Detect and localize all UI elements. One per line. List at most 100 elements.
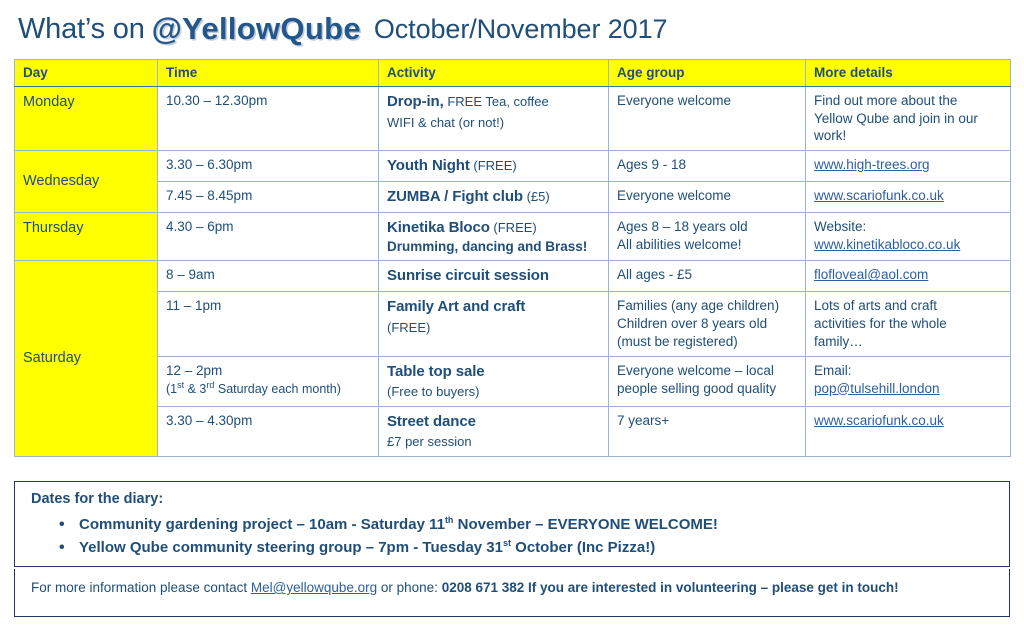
- more-details-cell: Find out more about the Yellow Qube and j…: [805, 85, 1011, 152]
- more-details-label: Website:: [814, 218, 867, 234]
- age-group-line: Children over 8 years old: [617, 316, 768, 332]
- age-group-line: 7 years+: [617, 412, 670, 428]
- ordinal-suffix: th: [444, 515, 454, 525]
- activity-price-note: (FREE): [489, 219, 537, 235]
- footer-mid: or phone:: [377, 580, 442, 595]
- brand-logotype: @YellowQube: [151, 11, 361, 46]
- activity-price-note: (FREE): [469, 158, 517, 174]
- column-header-time: Time: [157, 59, 379, 87]
- more-details-cell: Website: www.kinetikabloco.co.uk: [805, 211, 1011, 262]
- time-cell: 10.30 – 12.30pm: [157, 85, 379, 152]
- dates-for-diary-box: Dates for the diary: Community gardening…: [14, 481, 1010, 567]
- more-details-cell: Lots of arts and craft activities for the…: [805, 291, 1011, 357]
- activity-detail-bold: Drumming, dancing and Brass!: [387, 238, 588, 254]
- column-header-more-details: More details: [805, 59, 1011, 87]
- time-cell: 3.30 – 6.30pm: [157, 150, 379, 183]
- table-row: Saturday 8 – 9am Sunrise circuit session Al…: [14, 260, 1011, 457]
- activity-detail-line: (FREE): [387, 320, 431, 336]
- age-group-line: Families (any age children): [617, 298, 780, 314]
- activity-name: Family Art and craft: [387, 298, 526, 316]
- diary-item: Yellow Qube community steering group – 7…: [59, 536, 995, 561]
- activity-cell: Sunrise circuit session: [378, 260, 609, 293]
- activity-cell: Family Art and craft (FREE): [378, 291, 609, 357]
- more-details-line: activities for the whole: [814, 316, 947, 332]
- time-cell: 8 – 9am: [157, 260, 379, 293]
- page-title: What’s on @YellowQube October/November 2…: [18, 6, 1008, 52]
- age-group-cell: Families (any age children) Children over…: [608, 291, 806, 357]
- table-row: 12 – 2pm (1st & 3rd Saturday each month) T…: [15, 355, 1011, 407]
- table-row: Wednesday 3.30 – 6.30pm Youth Night (FREE)…: [14, 150, 1011, 213]
- activity-detail-line: £7 per session: [387, 434, 472, 450]
- table-row: 3.30 – 4.30pm Street dance £7 per session 7…: [15, 405, 1011, 457]
- age-group-line: All ages - £5: [617, 267, 693, 283]
- contact-email-link[interactable]: Mel@yellowqube.org: [251, 580, 377, 595]
- activity-cell: Kinetika Bloco (FREE) Drumming, dancing a…: [378, 211, 609, 262]
- website-link[interactable]: www.scariofunk.co.uk: [814, 413, 944, 428]
- column-header-day: Day: [14, 59, 158, 87]
- more-details-line: work!: [814, 128, 847, 144]
- more-details-cell: Email: pop@tulsehill.london: [805, 355, 1011, 407]
- more-details-line: Yellow Qube and join in our: [814, 110, 978, 126]
- table-row: Monday 10.30 – 12.30pm Drop-in, FREE Tea, …: [14, 85, 1011, 152]
- schedule-body: Monday 10.30 – 12.30pm Drop-in, FREE Tea, …: [14, 85, 1011, 457]
- title-prefix: What’s on: [18, 12, 145, 45]
- website-link[interactable]: www.high-trees.org: [814, 157, 930, 172]
- website-link[interactable]: www.scariofunk.co.uk: [814, 188, 944, 203]
- activity-price-note: FREE Tea, coffee: [443, 93, 549, 109]
- more-details-cell: www.high-trees.org: [805, 150, 1011, 183]
- footer-lead: For more information please contact: [31, 580, 251, 595]
- time-cell: 11 – 1pm: [157, 291, 379, 357]
- activity-name: Kinetika Bloco: [387, 218, 490, 236]
- activity-name: Sunrise circuit session: [387, 267, 549, 285]
- time-cell: 4.30 – 6pm: [157, 211, 379, 262]
- title-date-range: October/November 2017: [373, 13, 668, 44]
- age-group-cell: All ages - £5: [608, 260, 806, 293]
- age-group-line: Ages 9 - 18: [617, 157, 687, 173]
- activity-name: Youth Night: [387, 157, 470, 175]
- time-cell: 3.30 – 4.30pm: [157, 405, 379, 457]
- age-group-cell: Ages 8 – 18 years old All abilities welco…: [608, 211, 806, 262]
- day-cell: Wednesday: [14, 150, 158, 213]
- age-group-cell: 7 years+: [608, 405, 806, 457]
- contact-footer: For more information please contact Mel@…: [14, 569, 1010, 617]
- contact-email-link[interactable]: pop@tulsehill.london: [814, 381, 940, 396]
- age-group-cell: Ages 9 - 18: [608, 150, 806, 183]
- time-cell: 7.45 – 8.45pm: [157, 181, 379, 213]
- table-row: 11 – 1pm Family Art and craft (FREE) Famili…: [15, 291, 1011, 357]
- activity-cell: Street dance £7 per session: [378, 405, 609, 457]
- age-group-line: (must be registered): [617, 333, 738, 349]
- age-group-line: Everyone welcome – local: [617, 362, 774, 378]
- more-details-label: Email:: [814, 362, 852, 378]
- activity-name: ZUMBA / Fight club: [387, 188, 523, 206]
- day-cell: Thursday: [14, 211, 158, 262]
- more-details-line: Find out more about the: [814, 92, 958, 108]
- more-details-cell: www.scariofunk.co.uk: [805, 405, 1011, 457]
- diary-item: Community gardening project – 10am - Sat…: [59, 513, 995, 538]
- time-note: (1st & 3rd Saturday each month): [166, 379, 341, 396]
- more-details-line: family…: [814, 333, 863, 349]
- ordinal-suffix: st: [502, 538, 511, 549]
- more-details-cell: flofloveal@aol.com: [805, 260, 1011, 293]
- age-group-line: Everyone welcome: [617, 92, 732, 108]
- age-group-line: Everyone welcome: [617, 188, 732, 204]
- more-details-cell: www.scariofunk.co.uk: [805, 181, 1011, 213]
- activity-name: Street dance: [387, 412, 476, 430]
- poster-page: What’s on @YellowQube October/November 2…: [0, 0, 1024, 643]
- contact-email-link[interactable]: flofloveal@aol.com: [814, 267, 928, 282]
- time-cell: 12 – 2pm (1st & 3rd Saturday each month): [157, 355, 379, 407]
- website-link[interactable]: www.kinetikabloco.co.uk: [814, 237, 960, 252]
- activity-name: Drop-in,: [387, 92, 444, 110]
- footer-tail: If you are interested in volunteering – …: [524, 580, 899, 595]
- activity-cell: ZUMBA / Fight club (£5): [378, 181, 609, 213]
- column-header-age-group: Age group: [608, 59, 806, 87]
- table-row: 7.45 – 8.45pm ZUMBA / Fight club (£5) Ever…: [15, 181, 1011, 213]
- activity-cell: Table top sale (Free to buyers): [378, 355, 609, 407]
- footer-phone: 0208 671 382: [441, 580, 525, 595]
- age-group-cell: Everyone welcome: [608, 85, 806, 152]
- age-group-line: All abilities welcome!: [617, 236, 742, 252]
- more-details-line: Lots of arts and craft: [814, 298, 938, 314]
- age-group-cell: Everyone welcome: [608, 181, 806, 213]
- table-row: Thursday 4.30 – 6pm Kinetika Bloco (FREE) D…: [14, 211, 1011, 262]
- activity-name: Table top sale: [387, 362, 485, 380]
- day-cell: Saturday: [14, 260, 158, 457]
